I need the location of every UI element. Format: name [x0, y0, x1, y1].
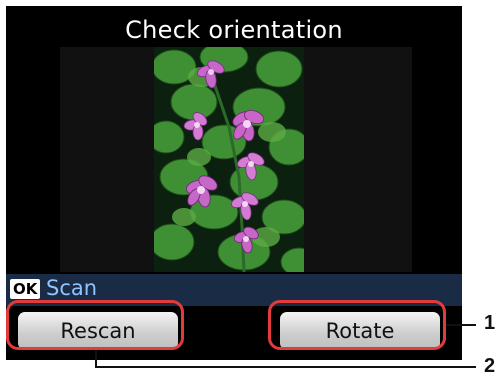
callout-number-2: 2: [484, 355, 496, 377]
callout-number-1: 1: [484, 312, 496, 334]
rotate-callout-ring: [268, 300, 446, 350]
scanned-photo-preview: [154, 47, 304, 272]
screen-title: Check orientation: [125, 16, 343, 44]
callout-1-leader: [446, 324, 476, 326]
flower-photo-image: [154, 47, 304, 272]
callout-2-leader-horizontal: [95, 366, 476, 368]
ok-action-label: Scan: [46, 276, 98, 300]
rescan-callout-ring: [6, 300, 184, 350]
printer-screen-diagram: Check orientation OK Scan Rescan Rotate …: [0, 0, 504, 377]
ok-key-badge: OK: [10, 279, 41, 299]
